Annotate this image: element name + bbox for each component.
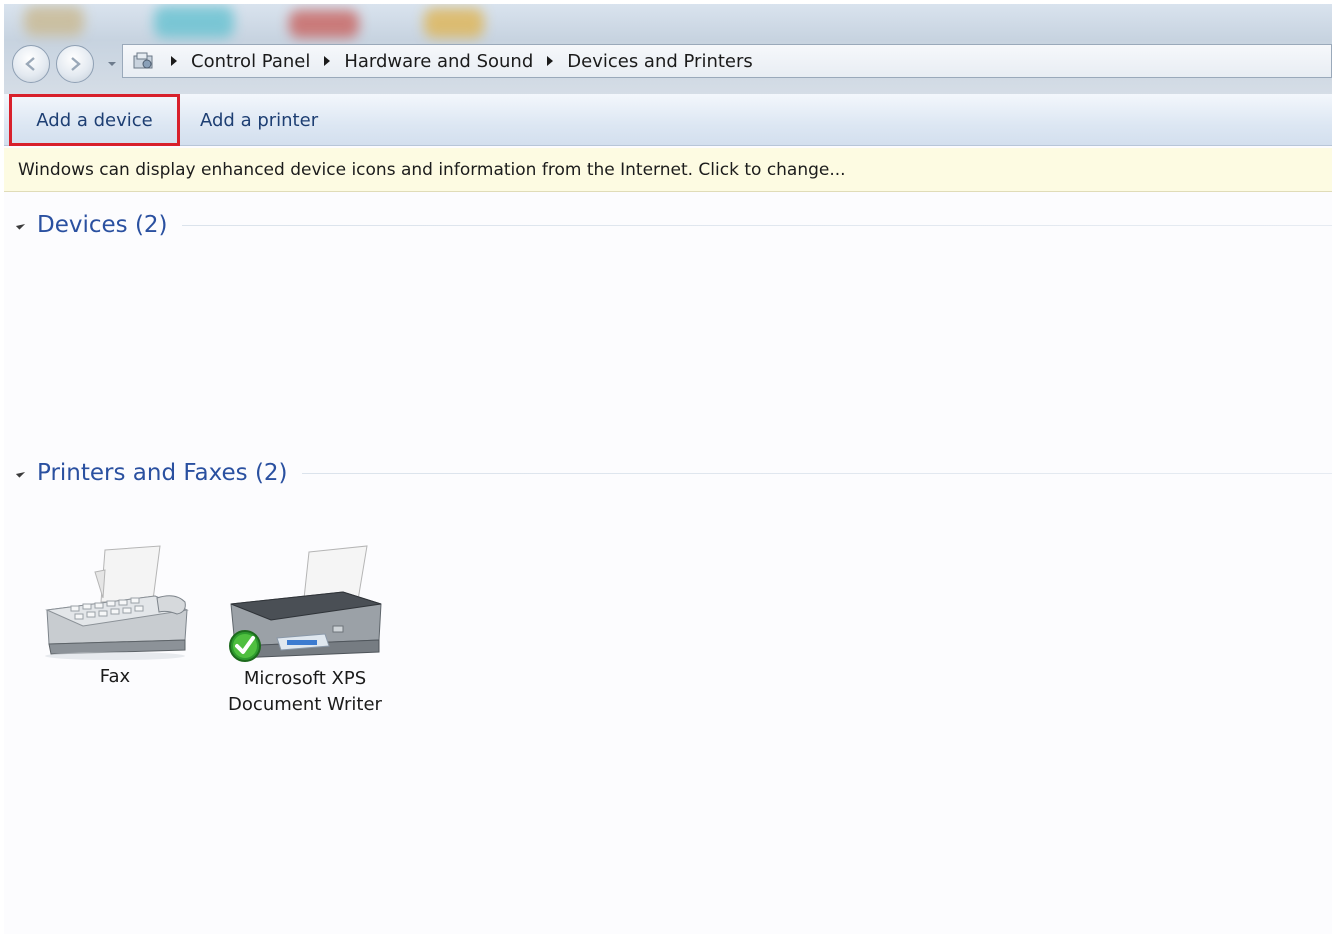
fax-icon <box>45 545 189 660</box>
blurred-desktop-icon <box>289 10 359 38</box>
breadcrumb-devices-and-printers[interactable]: Devices and Printers <box>567 51 753 72</box>
add-device-button[interactable]: Add a device <box>9 94 180 146</box>
blurred-desktop-icon <box>424 8 484 38</box>
breadcrumb-separator-icon[interactable] <box>547 56 554 66</box>
command-bar: Add a device Add a printer <box>4 94 1332 146</box>
blurred-desktop-icon <box>24 6 84 36</box>
group-divider <box>181 224 1332 226</box>
breadcrumb-control-panel[interactable]: Control Panel <box>191 51 310 72</box>
printers-group-title[interactable]: Printers and Faxes (2) <box>37 460 288 486</box>
devices-group-header[interactable]: Devices (2) <box>15 210 1332 240</box>
back-arrow-icon <box>25 57 35 71</box>
info-bar[interactable]: Windows can display enhanced device icon… <box>4 148 1332 192</box>
group-divider <box>301 472 1332 474</box>
add-printer-button[interactable]: Add a printer <box>200 94 318 146</box>
forward-button[interactable] <box>56 45 94 83</box>
chevron-down-icon[interactable] <box>107 59 117 69</box>
devices-and-printers-window: Control Panel Hardware and Sound Devices… <box>4 4 1332 934</box>
blurred-desktop-icon <box>154 6 234 38</box>
default-check-icon <box>229 630 261 662</box>
collapse-arrow-icon[interactable] <box>15 468 26 478</box>
fax-device[interactable]: Fax <box>30 540 200 690</box>
breadcrumb-hardware-and-sound[interactable]: Hardware and Sound <box>344 51 533 72</box>
xps-label-line1: Microsoft XPS <box>243 668 367 689</box>
forward-arrow-icon <box>71 57 81 71</box>
breadcrumb-separator-icon[interactable] <box>171 56 177 66</box>
title-bar: Control Panel Hardware and Sound Devices… <box>4 4 1332 94</box>
address-bar[interactable]: Control Panel Hardware and Sound Devices… <box>122 44 1332 78</box>
back-button[interactable] <box>12 45 50 83</box>
printers-group-header[interactable]: Printers and Faxes (2) <box>15 458 1332 488</box>
collapse-arrow-icon[interactable] <box>15 220 26 230</box>
fax-label: Fax <box>99 666 131 687</box>
control-panel-icon[interactable] <box>131 50 157 72</box>
breadcrumb-separator-icon[interactable] <box>324 56 331 66</box>
xps-writer-device[interactable]: Microsoft XPS Document Writer <box>220 542 390 718</box>
xps-label-line2: Document Writer <box>228 694 382 715</box>
devices-group-title[interactable]: Devices (2) <box>37 212 168 238</box>
printer-icon <box>229 545 382 662</box>
